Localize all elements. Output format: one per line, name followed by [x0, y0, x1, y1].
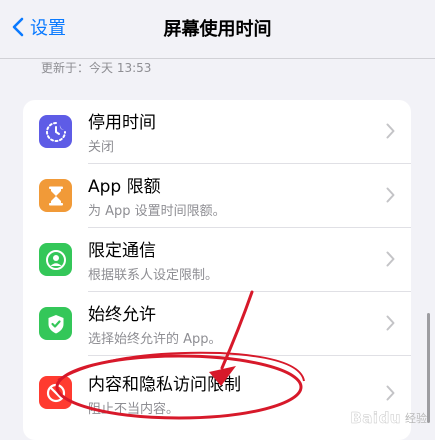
person-circle-icon: [39, 243, 72, 276]
updated-timestamp: 更新于：今天 13:53: [41, 61, 152, 75]
always-allowed-subtitle: 选择始终允许的 App。: [88, 332, 222, 347]
chevron-right-icon: [386, 123, 395, 139]
baidu-watermark: Baidu 经验: [350, 409, 427, 428]
app-limits-subtitle: 为 App 设置时间限额。: [88, 204, 226, 219]
chevron-right-icon: [386, 385, 395, 401]
downtime-subtitle: 关闭: [88, 140, 115, 155]
communication-limits-subtitle: 根据联系人设定限制。: [88, 268, 219, 283]
moon-hourglass-icon: [39, 115, 72, 148]
chevron-right-icon: [386, 251, 395, 267]
downtime-title: 停用时间: [88, 113, 156, 133]
watermark-brand: Baidu: [350, 409, 401, 428]
app-limits-title: App 限额: [88, 177, 161, 197]
app-limits-row[interactable]: App 限额 为 App 设置时间限额。: [23, 164, 411, 228]
chevron-right-icon: [386, 315, 395, 331]
content-privacy-title: 内容和隐私访问限制: [88, 375, 241, 395]
hourglass-icon: [39, 179, 72, 212]
watermark-text: 经验: [405, 412, 427, 425]
always-allowed-row[interactable]: 始终允许 选择始终允许的 App。: [23, 292, 411, 356]
communication-limits-row[interactable]: 限定通信 根据联系人设定限制。: [23, 228, 411, 292]
communication-limits-title: 限定通信: [88, 241, 156, 261]
downtime-row[interactable]: 停用时间 关闭: [23, 100, 411, 164]
always-allowed-title: 始终允许: [88, 305, 156, 325]
scroll-indicator: [427, 313, 430, 423]
content-privacy-subtitle: 阻止不当内容。: [88, 402, 180, 417]
restriction-icon: [39, 376, 72, 409]
checkmark-shield-icon: [39, 307, 72, 340]
settings-card: 停用时间 关闭 App 限额 为 App 设置时间限额。 限定通信 根据联系人设…: [23, 100, 411, 440]
navigation-bar: 设置 屏幕使用时间: [0, 0, 435, 58]
page-title: 屏幕使用时间: [163, 19, 272, 40]
chevron-right-icon: [386, 187, 395, 203]
